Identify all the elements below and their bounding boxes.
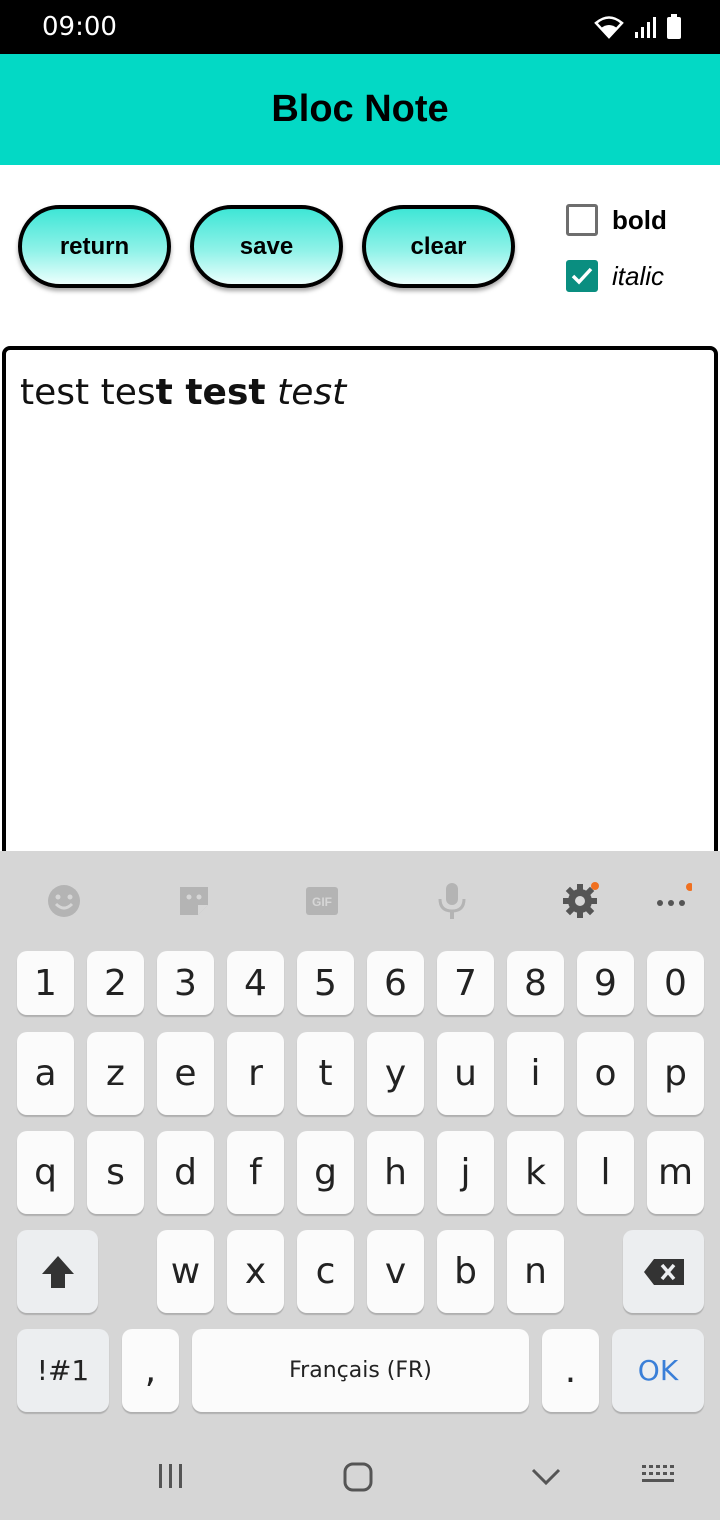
shift-key[interactable] <box>17 1230 98 1313</box>
sticker-icon[interactable] <box>174 881 214 921</box>
keyboard-toolbar: GIF <box>0 851 720 949</box>
key-h[interactable]: h <box>367 1131 424 1214</box>
key-w[interactable]: w <box>157 1230 214 1313</box>
key-o[interactable]: o <box>577 1032 634 1115</box>
wifi-icon <box>594 15 624 44</box>
space-key[interactable]: Français (FR) <box>192 1329 529 1412</box>
note-segment <box>266 372 277 413</box>
clear-button[interactable]: clear <box>362 205 515 288</box>
key-n[interactable]: n <box>507 1230 564 1313</box>
shift-arrow-icon <box>41 1255 74 1288</box>
checkmark-icon <box>571 267 593 285</box>
key-f[interactable]: f <box>227 1131 284 1214</box>
key-u[interactable]: u <box>437 1032 494 1115</box>
key-3[interactable]: 3 <box>157 951 214 1015</box>
key-m[interactable]: m <box>647 1131 704 1214</box>
key-e[interactable]: e <box>157 1032 214 1115</box>
key-t[interactable]: t <box>297 1032 354 1115</box>
key-c[interactable]: c <box>297 1230 354 1313</box>
navigation-bar <box>0 1433 720 1520</box>
key-8[interactable]: 8 <box>507 951 564 1015</box>
gif-icon-label: GIF <box>312 895 332 909</box>
status-bar: 09:00 <box>0 0 720 54</box>
emoji-icon[interactable] <box>44 881 84 921</box>
key-s[interactable]: s <box>87 1131 144 1214</box>
italic-checkbox[interactable] <box>566 260 598 292</box>
recent-apps-icon[interactable] <box>156 1461 186 1496</box>
symbols-key[interactable]: !#1 <box>17 1329 109 1412</box>
key-b[interactable]: b <box>437 1230 494 1313</box>
settings-icon[interactable] <box>560 881 600 921</box>
note-segment: test tes <box>20 372 156 413</box>
key-6[interactable]: 6 <box>367 951 424 1015</box>
status-icons <box>594 14 682 45</box>
ok-key[interactable]: OK <box>612 1329 704 1412</box>
key-q[interactable]: q <box>17 1131 74 1214</box>
app-title: Bloc Note <box>271 88 449 130</box>
key-j[interactable]: j <box>437 1131 494 1214</box>
key-1[interactable]: 1 <box>17 951 74 1015</box>
return-button[interactable]: return <box>18 205 171 288</box>
key-4[interactable]: 4 <box>227 951 284 1015</box>
hide-keyboard-icon[interactable] <box>530 1461 562 1496</box>
key-i[interactable]: i <box>507 1032 564 1115</box>
home-icon[interactable] <box>342 1461 374 1498</box>
note-segment-italic: test <box>277 372 347 413</box>
keyboard-switch-icon[interactable] <box>640 1461 676 1496</box>
key-x[interactable]: x <box>227 1230 284 1313</box>
key-2[interactable]: 2 <box>87 951 144 1015</box>
backspace-key[interactable] <box>623 1230 704 1313</box>
bold-label: bold <box>612 204 667 235</box>
battery-icon <box>666 14 682 45</box>
key-0[interactable]: 0 <box>647 951 704 1015</box>
italic-label: italic <box>612 260 665 291</box>
key-5[interactable]: 5 <box>297 951 354 1015</box>
comma-key[interactable]: , <box>122 1329 179 1412</box>
status-time: 09:00 <box>42 12 117 42</box>
app-bar: Bloc Note <box>0 54 720 165</box>
bold-checkbox[interactable] <box>566 204 598 236</box>
microphone-icon[interactable] <box>432 881 472 921</box>
key-l[interactable]: l <box>577 1131 634 1214</box>
note-editor[interactable]: test test test test <box>2 346 718 886</box>
italic-option[interactable]: italic <box>566 260 664 292</box>
key-p[interactable]: p <box>647 1032 704 1115</box>
key-r[interactable]: r <box>227 1032 284 1115</box>
key-9[interactable]: 9 <box>577 951 634 1015</box>
key-g[interactable]: g <box>297 1131 354 1214</box>
gif-icon[interactable]: GIF <box>302 881 342 921</box>
backspace-icon <box>643 1258 684 1285</box>
key-v[interactable]: v <box>367 1230 424 1313</box>
key-z[interactable]: z <box>87 1032 144 1115</box>
signal-icon <box>634 15 656 44</box>
key-d[interactable]: d <box>157 1131 214 1214</box>
note-segment-bold: t test <box>155 372 266 413</box>
bold-option[interactable]: bold <box>566 204 667 236</box>
key-y[interactable]: y <box>367 1032 424 1115</box>
soft-keyboard: GIF 1 2 3 4 5 6 7 8 9 0 a z e r t y u i … <box>0 851 720 1520</box>
key-k[interactable]: k <box>507 1131 564 1214</box>
key-7[interactable]: 7 <box>437 951 494 1015</box>
key-a[interactable]: a <box>17 1032 74 1115</box>
period-key[interactable]: . <box>542 1329 599 1412</box>
more-icon[interactable] <box>652 881 692 921</box>
save-button[interactable]: save <box>190 205 343 288</box>
note-text[interactable]: test test test test <box>20 372 346 413</box>
